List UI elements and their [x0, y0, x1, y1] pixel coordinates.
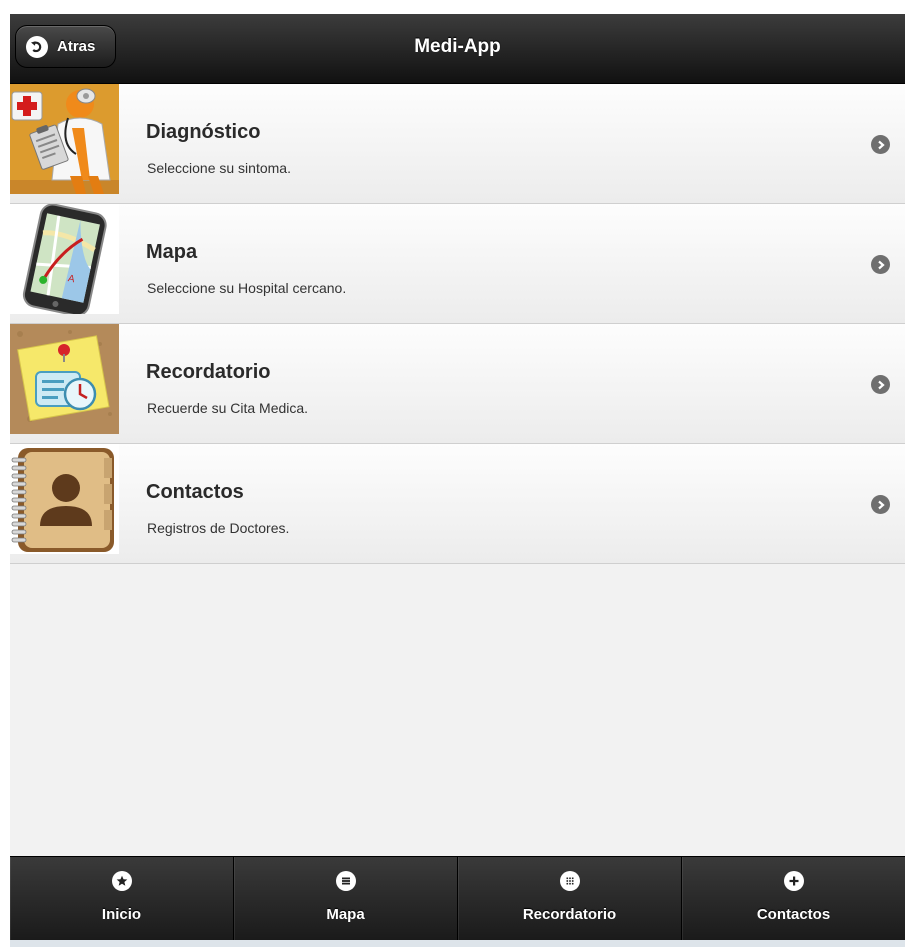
grid-icon	[559, 871, 580, 891]
item-title: Diagnóstico	[146, 121, 261, 143]
list-item-mapa[interactable]: A Mapa Seleccione su Hospital cercano.	[10, 204, 905, 324]
tab-recordatorio[interactable]: Recordatorio	[457, 857, 681, 941]
item-title: Contactos	[146, 481, 244, 503]
tab-mapa[interactable]: Mapa	[233, 857, 457, 941]
map-phone-icon: A	[10, 204, 119, 314]
tab-contactos[interactable]: Contactos	[681, 857, 905, 941]
plus-icon	[783, 871, 804, 891]
chevron-right-icon	[871, 495, 890, 514]
window-bottom-strip	[10, 940, 905, 947]
list-icon	[335, 871, 356, 891]
bottom-navbar: Inicio Mapa Recordatorio Contactos	[10, 856, 905, 941]
item-description: Recuerde su Cita Medica.	[147, 400, 309, 416]
app-header: Medi-App Atras	[10, 14, 905, 84]
list-item-contactos[interactable]: Contactos Registros de Doctores.	[10, 444, 905, 564]
item-title: Mapa	[146, 241, 198, 263]
item-description: Seleccione su Hospital cercano.	[147, 280, 347, 296]
chevron-right-icon	[871, 375, 890, 394]
app-frame: Medi-App Atras Diagnóstico Seleccione su…	[10, 14, 905, 947]
tab-label: Mapa	[326, 906, 365, 923]
tab-inicio[interactable]: Inicio	[10, 857, 233, 941]
back-arrow-icon	[26, 35, 48, 58]
menu-list: Diagnóstico Seleccione su sintoma. A Map…	[10, 84, 905, 564]
chevron-right-icon	[871, 255, 890, 274]
chevron-right-icon	[871, 135, 890, 154]
list-item-recordatorio[interactable]: Recordatorio Recuerde su Cita Medica.	[10, 324, 905, 444]
tab-label: Inicio	[101, 906, 142, 923]
back-button-label: Atras	[57, 38, 96, 55]
page-title: Medi-App	[414, 36, 501, 57]
star-icon	[111, 871, 132, 891]
back-button[interactable]: Atras	[15, 25, 116, 68]
list-item-diagnostico[interactable]: Diagnóstico Seleccione su sintoma.	[10, 84, 905, 204]
address-book-icon	[10, 444, 119, 554]
tab-label: Recordatorio	[522, 906, 617, 923]
item-description: Seleccione su sintoma.	[147, 160, 291, 176]
tab-label: Contactos	[756, 906, 831, 923]
item-title: Recordatorio	[146, 361, 271, 383]
doctor-icon	[10, 84, 119, 194]
item-description: Registros de Doctores.	[147, 520, 290, 536]
reminder-note-icon	[10, 324, 119, 434]
